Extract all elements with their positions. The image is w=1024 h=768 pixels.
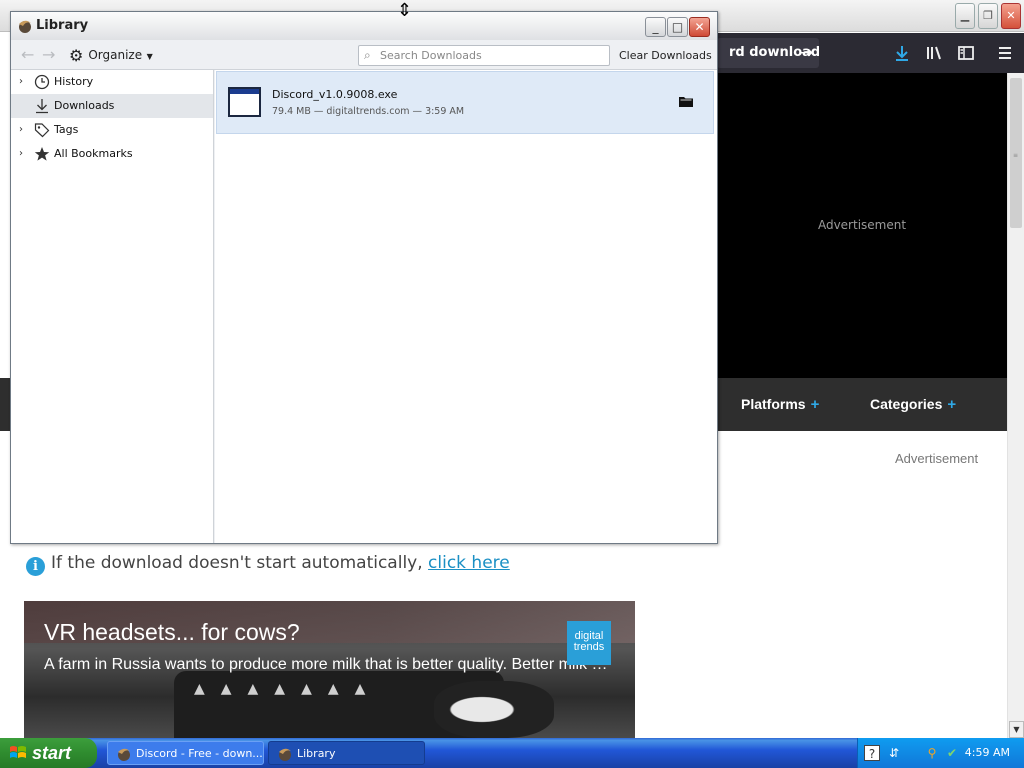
clock-icon bbox=[34, 74, 50, 90]
browser-restore-button[interactable]: ❐ bbox=[978, 3, 998, 29]
sidebar-item-tags[interactable]: › Tags bbox=[11, 118, 213, 142]
menu-icon[interactable] bbox=[996, 44, 1014, 62]
download-filename: Discord_v1.0.9008.exe bbox=[272, 88, 398, 101]
cow-image bbox=[434, 681, 554, 738]
sidebar-item-all-bookmarks[interactable]: › All Bookmarks bbox=[11, 142, 213, 166]
library-toolbar: ← → ⚙ Organize ▼ ⌕ Clear Downloads bbox=[11, 40, 717, 70]
restore-icon: ❐ bbox=[983, 9, 993, 22]
download-icon[interactable] bbox=[893, 44, 911, 62]
windows-flag-icon bbox=[10, 746, 26, 758]
library-minimize-button[interactable]: _ bbox=[645, 17, 666, 37]
library-maximize-button[interactable]: □ bbox=[667, 17, 688, 37]
tag-icon bbox=[34, 123, 50, 138]
system-tray: ? ⇵ ⚲ ✔ 4:59 AM bbox=[857, 738, 1024, 768]
sidebar-item-label: Downloads bbox=[54, 99, 115, 112]
library-window: Library _ □ ✕ ← → ⚙ Organize ▼ ⌕ Clear Do… bbox=[10, 11, 718, 544]
gear-icon: ⚙ bbox=[69, 46, 84, 65]
exe-file-icon-titlebar bbox=[230, 89, 259, 94]
advertisement-label: Advertisement bbox=[895, 451, 979, 466]
forward-arrow-icon[interactable]: → bbox=[42, 45, 55, 64]
page-scrollbar[interactable]: ≡ ▼ bbox=[1007, 73, 1024, 738]
search-downloads-input[interactable] bbox=[380, 48, 605, 63]
sidebar-icon[interactable] bbox=[957, 44, 975, 62]
grip-icon: ≡ bbox=[1013, 152, 1019, 159]
help-icon[interactable]: ? bbox=[864, 745, 880, 761]
clock: 4:59 AM bbox=[964, 746, 1010, 759]
logo-line: trends bbox=[573, 641, 605, 653]
caret-down-icon: ▼ bbox=[144, 52, 153, 61]
nav-platforms[interactable]: Platforms + bbox=[741, 378, 819, 431]
arrow-right-icon: → bbox=[798, 43, 813, 63]
network-icon[interactable]: ⇵ bbox=[886, 745, 902, 761]
scroll-down-button[interactable]: ▼ bbox=[1009, 721, 1024, 738]
promo-title: VR headsets... for cows? bbox=[44, 619, 300, 645]
expand-arrow-icon[interactable]: › bbox=[19, 118, 23, 142]
plus-icon: + bbox=[947, 396, 957, 413]
sidebar-item-downloads[interactable]: Downloads bbox=[11, 94, 213, 118]
promo-subtitle: A farm in Russia wants to produce more m… bbox=[44, 656, 609, 673]
firefox-icon bbox=[118, 748, 130, 761]
download-notice-text: If the download doesn't start automatica… bbox=[51, 553, 429, 573]
library-titlebar[interactable]: Library _ □ ✕ bbox=[11, 12, 717, 40]
download-notice: i If the download doesn't start automatic… bbox=[26, 553, 510, 577]
taskbar-item-label: Library bbox=[297, 747, 336, 760]
minimize-icon: _ bbox=[652, 20, 659, 34]
promo-pattern: ▲▲▲▲▲▲▲ bbox=[194, 681, 382, 697]
advertisement-block: Advertisement bbox=[717, 73, 1007, 378]
nav-platforms-label: Platforms bbox=[741, 396, 806, 412]
downloads-list: Discord_v1.0.9008.exe 79.4 MB — digitalt… bbox=[215, 70, 717, 543]
start-label: start bbox=[32, 743, 72, 763]
exe-file-icon bbox=[228, 87, 261, 117]
scrollbar-thumb[interactable]: ≡ bbox=[1010, 78, 1022, 228]
library-sidebar: › History Downloads › Tags › All Bookmar… bbox=[11, 70, 214, 543]
clear-downloads-button[interactable]: Clear Downloads bbox=[619, 49, 712, 62]
library-title: Library bbox=[36, 18, 89, 33]
organize-menu-button[interactable]: ⚙ Organize ▼ bbox=[69, 46, 153, 65]
resize-cursor-icon: ⇕ bbox=[397, 0, 413, 21]
download-icon bbox=[36, 99, 48, 114]
browser-toolbar: rd download → bbox=[717, 33, 1024, 73]
search-icon: ⌕ bbox=[364, 48, 371, 62]
plus-icon: + bbox=[810, 396, 820, 413]
folder-icon[interactable] bbox=[679, 96, 693, 107]
info-icon: i bbox=[26, 557, 45, 576]
back-arrow-icon[interactable]: ← bbox=[21, 45, 34, 64]
search-downloads-field[interactable]: ⌕ bbox=[358, 45, 610, 66]
browser-minimize-button[interactable]: ▁ bbox=[955, 3, 975, 29]
firefox-icon bbox=[19, 20, 31, 33]
organize-label: Organize bbox=[88, 48, 143, 62]
browser-close-button[interactable]: ✕ bbox=[1001, 3, 1021, 29]
library-close-button[interactable]: ✕ bbox=[689, 17, 710, 37]
magnifier-icon[interactable]: ⚲ bbox=[924, 745, 940, 761]
start-button[interactable]: start bbox=[0, 738, 97, 768]
nav-categories[interactable]: Categories + bbox=[870, 378, 956, 431]
maximize-icon: □ bbox=[671, 20, 684, 34]
download-details: 79.4 MB — digitaltrends.com — 3:59 AM bbox=[272, 106, 465, 117]
library-icon[interactable] bbox=[925, 44, 943, 62]
nav-categories-label: Categories bbox=[870, 396, 943, 412]
expand-arrow-icon[interactable]: › bbox=[19, 70, 23, 94]
expand-arrow-icon[interactable]: › bbox=[19, 142, 23, 166]
sidebar-item-label: All Bookmarks bbox=[54, 147, 133, 160]
close-icon: ✕ bbox=[694, 20, 705, 34]
taskbar: start Discord - Free - down... Library ?… bbox=[0, 738, 1024, 768]
taskbar-item-browser[interactable]: Discord - Free - down... bbox=[107, 741, 264, 765]
close-icon: ✕ bbox=[1006, 9, 1016, 22]
download-cta-button[interactable]: rd download → bbox=[717, 38, 819, 68]
sidebar-item-label: History bbox=[54, 75, 94, 88]
firefox-icon bbox=[279, 748, 291, 761]
shield-icon[interactable]: ✔ bbox=[944, 745, 960, 761]
taskbar-item-label: Discord - Free - down... bbox=[136, 747, 263, 760]
advertisement-label: Advertisement bbox=[817, 218, 907, 232]
promo-card[interactable]: ▲▲▲▲▲▲▲ VR headsets... for cows? A farm … bbox=[24, 601, 635, 738]
digital-trends-logo: digital trends bbox=[567, 621, 611, 665]
click-here-link[interactable]: click here bbox=[428, 553, 510, 573]
taskbar-item-library[interactable]: Library bbox=[268, 741, 425, 765]
download-item[interactable]: Discord_v1.0.9008.exe 79.4 MB — digitalt… bbox=[216, 71, 714, 134]
star-icon bbox=[34, 147, 50, 161]
sidebar-item-history[interactable]: › History bbox=[11, 70, 213, 94]
sidebar-item-label: Tags bbox=[54, 123, 79, 136]
minimize-icon: ▁ bbox=[960, 9, 970, 22]
